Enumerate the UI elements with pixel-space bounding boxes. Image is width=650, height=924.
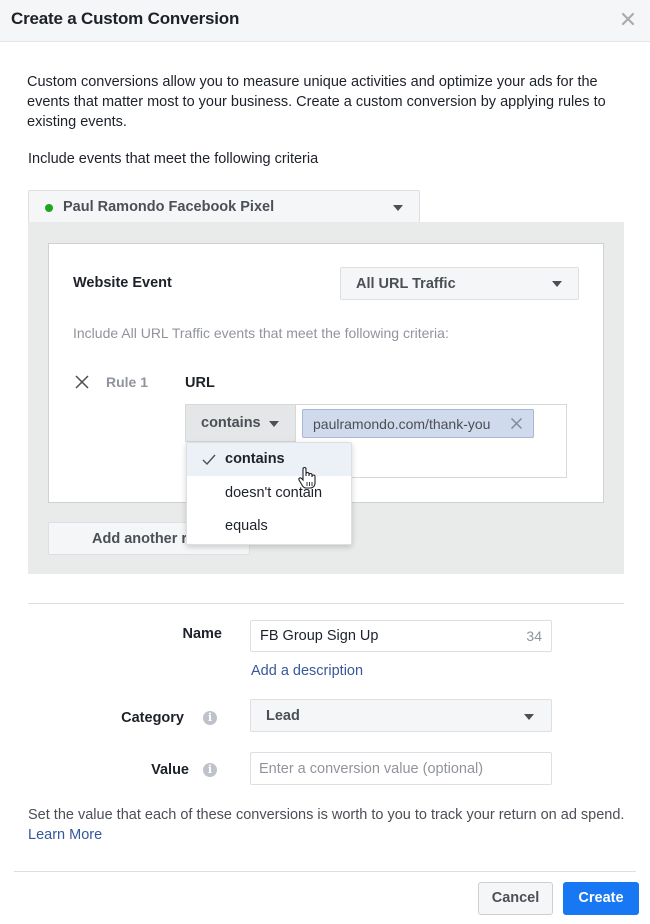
name-value: FB Group Sign Up bbox=[260, 628, 379, 644]
caret-down-icon bbox=[524, 714, 534, 720]
create-button[interactable]: Create bbox=[563, 882, 639, 915]
remove-rule-icon[interactable] bbox=[74, 374, 90, 390]
menu-item-equals[interactable]: equals bbox=[187, 510, 351, 543]
section-divider bbox=[28, 603, 624, 604]
condition-value: contains bbox=[201, 415, 261, 431]
category-value: Lead bbox=[266, 708, 300, 724]
include-hint: Include All URL Traffic events that meet… bbox=[73, 325, 449, 341]
caret-down-icon bbox=[393, 205, 403, 211]
website-event-select[interactable]: All URL Traffic bbox=[340, 267, 579, 300]
category-label: Category bbox=[121, 710, 184, 726]
url-token-text: paulramondo.com/thank-you bbox=[313, 416, 491, 432]
caret-down-icon bbox=[552, 281, 562, 287]
remove-token-icon[interactable] bbox=[510, 417, 523, 430]
value-input[interactable] bbox=[250, 752, 552, 785]
url-token: paulramondo.com/thank-you bbox=[302, 409, 534, 438]
value-hint: Set the value that each of these convers… bbox=[28, 805, 638, 845]
intro-text: Custom conversions allow you to measure … bbox=[27, 74, 606, 130]
footer-divider bbox=[14, 871, 636, 872]
close-icon[interactable] bbox=[620, 11, 636, 27]
category-info-icon[interactable] bbox=[203, 711, 217, 725]
dialog-title: Create a Custom Conversion bbox=[11, 9, 240, 28]
learn-more-link[interactable]: Learn More bbox=[28, 827, 102, 843]
cancel-button[interactable]: Cancel bbox=[478, 882, 553, 915]
hand-cursor-icon bbox=[297, 466, 317, 490]
category-select[interactable]: Lead bbox=[250, 699, 552, 732]
url-field-label: URL bbox=[185, 375, 215, 391]
pixel-status-dot bbox=[45, 204, 53, 212]
caret-down-icon bbox=[269, 421, 279, 427]
checkmark-icon bbox=[202, 453, 216, 466]
add-description-link[interactable]: Add a description bbox=[251, 663, 363, 679]
rule-label: Rule 1 bbox=[106, 374, 149, 390]
pixel-name: Paul Ramondo Facebook Pixel bbox=[63, 199, 275, 215]
name-input[interactable]: FB Group Sign Up 34 bbox=[250, 620, 552, 652]
value-hint-text: Set the value that each of these convers… bbox=[28, 807, 625, 823]
pixel-select[interactable]: Paul Ramondo Facebook Pixel bbox=[28, 190, 420, 223]
menu-item-contains[interactable]: contains bbox=[187, 443, 351, 476]
condition-select[interactable]: contains bbox=[185, 404, 296, 442]
value-info-icon[interactable] bbox=[203, 763, 217, 777]
value-label: Value bbox=[151, 762, 189, 778]
menu-item-doesnt-contain[interactable]: doesn't contain bbox=[187, 477, 351, 510]
condition-menu: contains doesn't contain equals bbox=[186, 442, 352, 545]
website-event-label: Website Event bbox=[73, 275, 172, 291]
website-event-value: All URL Traffic bbox=[356, 276, 456, 292]
name-label: Name bbox=[182, 626, 223, 642]
dialog-header: Create a Custom Conversion bbox=[0, 0, 650, 42]
name-char-count: 34 bbox=[526, 628, 542, 644]
criteria-label: Include events that meet the following c… bbox=[28, 151, 319, 167]
